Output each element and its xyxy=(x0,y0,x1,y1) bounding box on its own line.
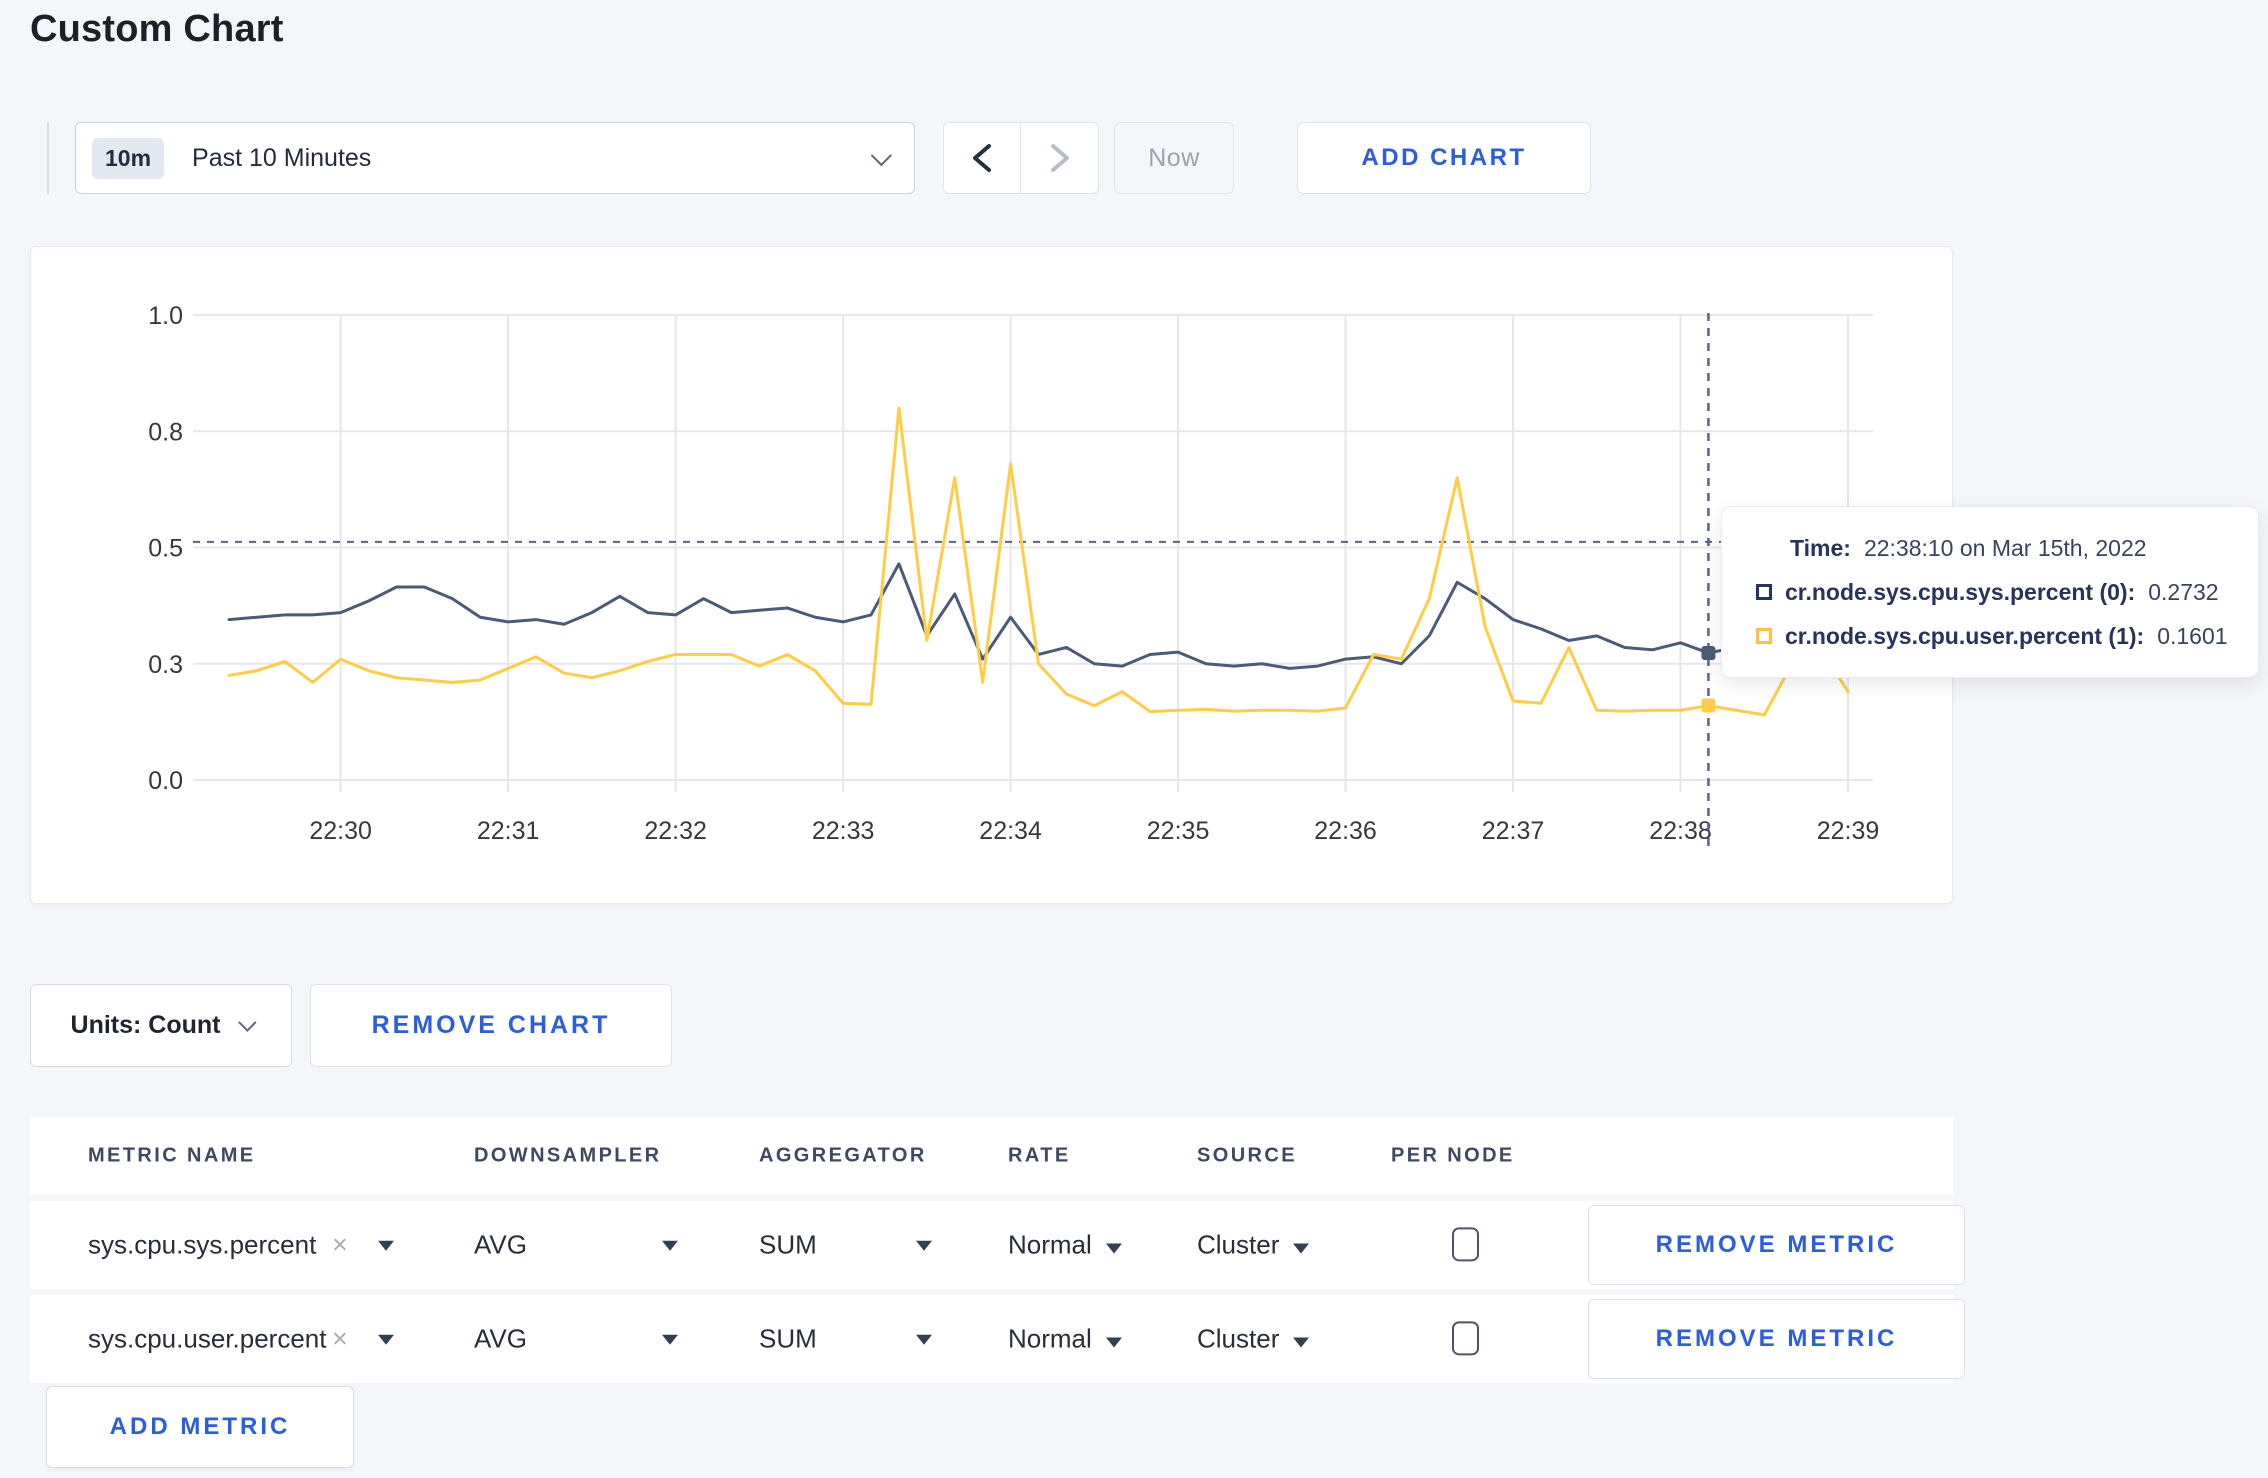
y-axis-label: 0.3 xyxy=(148,651,183,679)
y-axis-label: 0.5 xyxy=(148,535,183,563)
col-header-rate: RATE xyxy=(1008,1144,1071,1166)
source-select[interactable]: Cluster xyxy=(1197,1229,1310,1261)
units-dropdown[interactable]: Units: Count xyxy=(30,984,292,1067)
col-header-aggregator: AGGREGATOR xyxy=(759,1144,927,1166)
user-percent-line xyxy=(227,406,1850,717)
clear-metric-icon[interactable]: × xyxy=(332,1230,348,1261)
chevron-down-icon xyxy=(238,1013,258,1032)
downsampler-caret-icon[interactable] xyxy=(662,1334,678,1345)
sys-series-swatch-icon xyxy=(1756,584,1772,600)
rate-select[interactable]: Normal xyxy=(1008,1324,1122,1355)
y-axis-label: 1.0 xyxy=(148,302,183,330)
metric-caret-icon[interactable] xyxy=(378,1334,394,1345)
per-node-checkbox[interactable] xyxy=(1452,1321,1479,1356)
per-node-checkbox[interactable] xyxy=(1452,1227,1479,1262)
metric-name-value[interactable]: sys.cpu.user.percent xyxy=(88,1324,326,1355)
source-value: Cluster xyxy=(1197,1229,1280,1260)
next-time-button[interactable] xyxy=(1021,123,1098,193)
chevron-right-icon xyxy=(1050,144,1069,172)
time-range-dropdown[interactable]: 10m Past 10 Minutes xyxy=(75,122,915,194)
metrics-table-header: METRIC NAME DOWNSAMPLER AGGREGATOR RATE … xyxy=(30,1117,1953,1194)
chart-tooltip: Time: 22:38:10 on Mar 15th, 2022 cr.node… xyxy=(1721,506,2259,678)
aggregator-select[interactable]: SUM xyxy=(759,1230,817,1261)
time-step-buttons xyxy=(943,122,1099,194)
aggregator-select[interactable]: SUM xyxy=(759,1324,817,1355)
rate-select[interactable]: Normal xyxy=(1008,1230,1122,1261)
metric-caret-icon[interactable] xyxy=(378,1240,394,1251)
add-metric-button[interactable]: ADD METRIC xyxy=(46,1386,354,1468)
y-axis-label: 0.8 xyxy=(148,418,183,446)
x-axis-label: 22:34 xyxy=(979,817,1042,845)
metric-row: sys.cpu.sys.percent × AVG SUM Normal Clu… xyxy=(30,1201,1965,1289)
timeseries-chart[interactable]: 0.0 0.3 0.5 0.8 1.0 22:30 22:31 22:32 22:33 22:34… xyxy=(31,247,1954,905)
page-title: Custom Chart xyxy=(30,8,284,50)
chevron-down-icon xyxy=(870,144,892,166)
y-axis-label: 0.0 xyxy=(148,767,183,795)
aggregator-caret-icon[interactable] xyxy=(916,1334,932,1345)
tooltip-time-row: Time: 22:38:10 on Mar 15th, 2022 xyxy=(1756,535,2258,562)
rate-caret-icon xyxy=(1105,1337,1122,1348)
sys-crosshair-dot xyxy=(1701,645,1716,660)
toolbar-divider xyxy=(47,122,49,194)
remove-chart-button[interactable]: REMOVE CHART xyxy=(310,984,672,1067)
rate-value: Normal xyxy=(1008,1229,1092,1260)
downsampler-select[interactable]: AVG xyxy=(474,1230,527,1261)
add-chart-button[interactable]: ADD CHART xyxy=(1297,122,1591,194)
x-axis-label: 22:36 xyxy=(1314,817,1377,845)
tooltip-series-label: cr.node.sys.cpu.sys.percent (0): xyxy=(1785,578,2136,605)
custom-chart-page: Custom Chart 10m Past 10 Minutes Now ADD… xyxy=(0,0,2268,1478)
sys-percent-line xyxy=(227,562,1850,670)
metric-row: sys.cpu.user.percent × AVG SUM Normal Cl… xyxy=(30,1295,1965,1383)
col-header-source: SOURCE xyxy=(1197,1144,1297,1166)
remove-metric-button[interactable]: REMOVE METRIC xyxy=(1588,1205,1965,1285)
tooltip-series-row: cr.node.sys.cpu.user.percent (1): 0.1601 xyxy=(1756,623,2258,650)
tooltip-series-label: cr.node.sys.cpu.user.percent (1): xyxy=(1785,622,2145,649)
downsampler-caret-icon[interactable] xyxy=(662,1240,678,1251)
units-label: Units: Count xyxy=(70,1011,221,1039)
tooltip-series-row: cr.node.sys.cpu.sys.percent (0): 0.2732 xyxy=(1756,579,2258,606)
tooltip-series-value: 0.2732 xyxy=(2148,578,2219,605)
time-range-label: Past 10 Minutes xyxy=(192,143,372,172)
clear-metric-icon[interactable]: × xyxy=(332,1324,348,1355)
x-axis-label: 22:37 xyxy=(1482,817,1545,845)
chart-card: 0.0 0.3 0.5 0.8 1.0 22:30 22:31 22:32 22:33 22:34… xyxy=(30,246,1953,904)
col-header-downsampler: DOWNSAMPLER xyxy=(474,1144,662,1166)
chevron-left-icon xyxy=(973,144,991,172)
aggregator-caret-icon[interactable] xyxy=(916,1240,932,1251)
downsampler-select[interactable]: AVG xyxy=(474,1324,527,1355)
x-axis-label: 22:30 xyxy=(309,817,372,845)
col-header-metric-name: METRIC NAME xyxy=(88,1144,256,1166)
x-axis-label: 22:31 xyxy=(477,817,540,845)
rate-caret-icon xyxy=(1105,1243,1122,1254)
x-axis-label: 22:33 xyxy=(812,817,875,845)
user-crosshair-dot xyxy=(1701,698,1716,713)
x-axis-label: 22:35 xyxy=(1147,817,1210,845)
source-caret-icon xyxy=(1293,1243,1310,1254)
user-series-swatch-icon xyxy=(1756,628,1772,644)
x-axis-label: 22:39 xyxy=(1817,817,1880,845)
now-button[interactable]: Now xyxy=(1114,122,1234,194)
source-value: Cluster xyxy=(1197,1323,1280,1354)
col-header-per-node: PER NODE xyxy=(1391,1144,1515,1166)
remove-metric-button[interactable]: REMOVE METRIC xyxy=(1588,1299,1965,1379)
tooltip-time-value: 22:38:10 on Mar 15th, 2022 xyxy=(1863,534,2147,561)
time-range-badge: 10m xyxy=(92,137,165,179)
x-axis-label: 22:38 xyxy=(1649,817,1712,845)
tooltip-series-value: 0.1601 xyxy=(2157,622,2228,649)
source-select[interactable]: Cluster xyxy=(1197,1323,1310,1355)
prev-time-button[interactable] xyxy=(944,123,1021,193)
tooltip-time-label: Time: xyxy=(1790,534,1851,561)
metric-name-value[interactable]: sys.cpu.sys.percent xyxy=(88,1230,316,1261)
x-axis-label: 22:32 xyxy=(644,817,707,845)
rate-value: Normal xyxy=(1008,1323,1092,1354)
source-caret-icon xyxy=(1293,1337,1310,1348)
